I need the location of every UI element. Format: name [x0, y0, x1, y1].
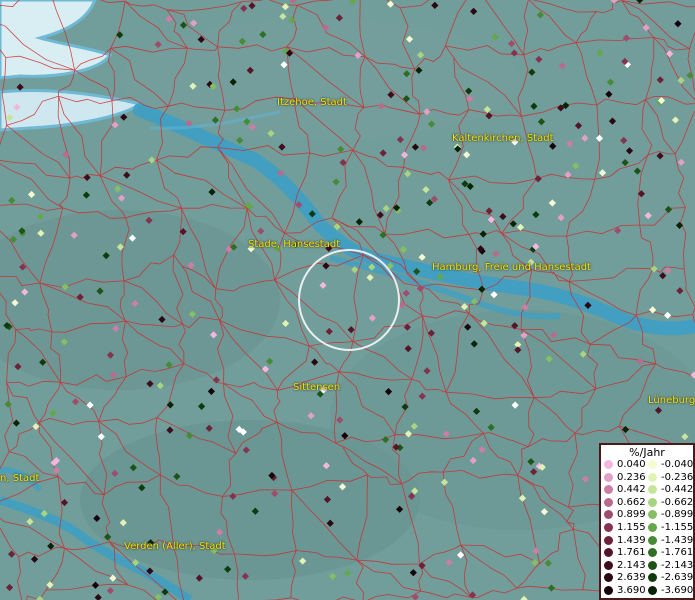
legend-swatch [648, 535, 657, 545]
legend-swatch [604, 523, 613, 532]
legend: %/Jahr 0.040 -0.040 0.236 -0.236 0.442 -0.442… [599, 443, 695, 600]
legend-title: %/Jahr [629, 446, 665, 459]
town-label-stade: Stade, Hansestadt [248, 239, 341, 250]
town-label-sittensen: Sittensen [293, 382, 341, 393]
legend-swatch [604, 497, 613, 507]
legend-value: -0.040 [661, 459, 694, 470]
legend-value: 0.662 [617, 496, 646, 508]
legend-swatch [604, 573, 613, 583]
town-label-hamburg: Hamburg, Freie und Hansestadt [432, 262, 591, 273]
legend-value: -1.439 [661, 534, 694, 546]
legend-swatch [604, 535, 613, 545]
legend-swatch [604, 560, 613, 570]
legend-value: -2.639 [661, 572, 694, 584]
legend-swatch [604, 510, 613, 520]
legend-value: -0.442 [661, 484, 694, 496]
legend-swatch [604, 548, 613, 558]
legend-swatch [648, 573, 657, 583]
legend-value: -1.761 [661, 547, 694, 559]
legend-swatch [604, 472, 613, 482]
legend-value: 3.690 [617, 585, 646, 596]
legend-value: -0.662 [661, 496, 694, 508]
legend-swatch [648, 510, 657, 520]
legend-value: -0.236 [661, 471, 694, 483]
town-label-lueneburg: Lüneburg [648, 395, 695, 406]
legend-value: 1.155 [617, 522, 646, 533]
legend-value: -2.143 [661, 559, 694, 571]
legend-value: 1.439 [617, 534, 646, 546]
legend-value: 0.236 [617, 471, 646, 483]
legend-swatch [648, 560, 657, 570]
legend-value: 0.040 [617, 459, 646, 470]
legend-swatch [604, 485, 613, 495]
map-base-layer [0, 0, 695, 600]
town-label-verden: Verden (Aller), Stadt [124, 541, 226, 552]
legend-swatch [648, 497, 657, 507]
town-label-west: n, Stadt [0, 473, 40, 484]
legend-value: -0.899 [661, 509, 694, 521]
map-view[interactable]: Itzehoe, Stadt Kaltenkirchen, Stadt Stad… [0, 0, 695, 600]
legend-swatch [648, 586, 657, 595]
legend-swatch [648, 485, 657, 495]
legend-swatch [648, 523, 657, 532]
legend-value: 2.143 [617, 559, 646, 571]
legend-value: 1.761 [617, 547, 646, 559]
legend-swatch [648, 548, 657, 558]
legend-swatch [648, 460, 657, 469]
legend-value: -1.155 [661, 522, 694, 533]
legend-swatch [604, 460, 613, 469]
legend-value: 2.639 [617, 572, 646, 584]
legend-swatch [604, 586, 613, 595]
legend-value: -3.690 [661, 585, 694, 596]
legend-value: 0.899 [617, 509, 646, 521]
town-label-itzehoe: Itzehoe, Stadt [277, 97, 347, 108]
legend-value: 0.442 [617, 484, 646, 496]
legend-swatch [648, 472, 657, 482]
town-label-kaltenkirchen: Kaltenkirchen, Stadt [452, 133, 554, 144]
